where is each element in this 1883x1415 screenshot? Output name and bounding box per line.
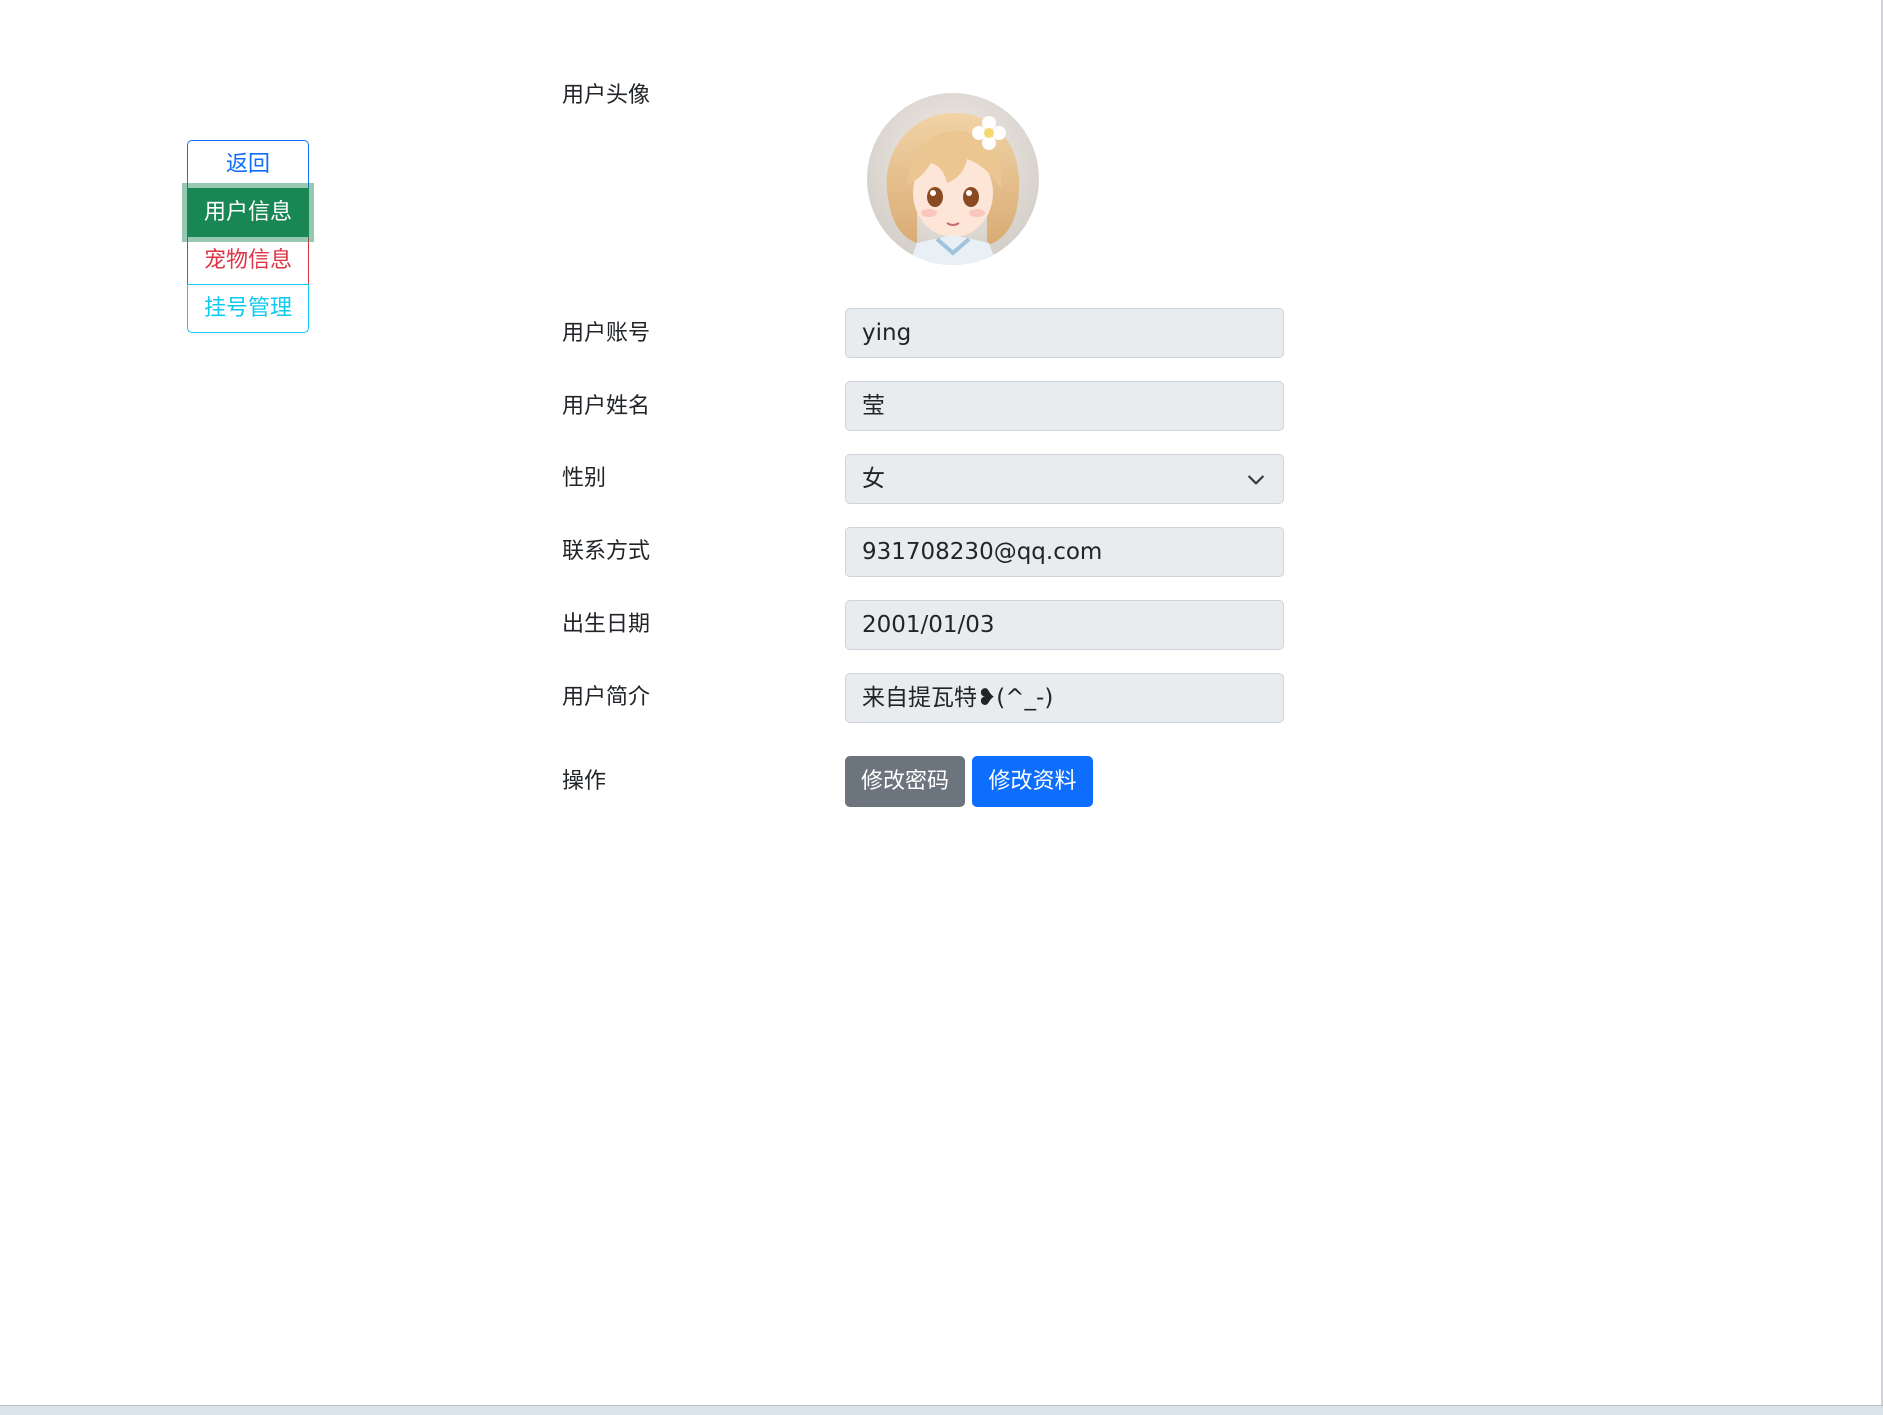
birth-date-input[interactable]: 2001/01/03 — [845, 600, 1284, 650]
side-nav: 返回 用户信息 宠物信息 挂号管理 — [187, 140, 309, 333]
account-input[interactable]: ying — [845, 308, 1284, 358]
chevron-down-icon — [1248, 475, 1264, 485]
birth-date-label: 出生日期 — [562, 612, 651, 637]
contact-input[interactable]: 931708230@qq.com — [845, 527, 1284, 577]
bio-label: 用户简介 — [562, 685, 651, 710]
user-avatar[interactable] — [867, 93, 1039, 265]
nav-pet-info-button[interactable]: 宠物信息 — [187, 236, 309, 285]
avatar-illustration — [867, 93, 1039, 265]
avatar-label: 用户头像 — [562, 83, 651, 108]
gender-select[interactable]: 女 — [845, 454, 1284, 504]
nav-user-info-button[interactable]: 用户信息 — [187, 188, 309, 237]
nav-back-button[interactable]: 返回 — [187, 140, 309, 189]
name-input[interactable]: 莹 — [845, 381, 1284, 431]
nav-registration-button[interactable]: 挂号管理 — [187, 284, 309, 333]
bio-input[interactable]: 来自提瓦特❥(^_-) — [845, 673, 1284, 723]
contact-label: 联系方式 — [562, 539, 651, 564]
gender-selected-value: 女 — [862, 466, 885, 492]
actions-label: 操作 — [562, 769, 607, 794]
gender-label: 性别 — [562, 466, 607, 491]
name-label: 用户姓名 — [562, 394, 651, 419]
edit-profile-button[interactable]: 修改资料 — [972, 756, 1093, 807]
window-bottom-edge — [0, 1405, 1883, 1415]
account-label: 用户账号 — [562, 321, 651, 346]
change-password-button[interactable]: 修改密码 — [845, 756, 965, 807]
page-viewport: 返回 用户信息 宠物信息 挂号管理 用户头像 用户账号 ying 用户姓名 莹 … — [0, 0, 1883, 1405]
